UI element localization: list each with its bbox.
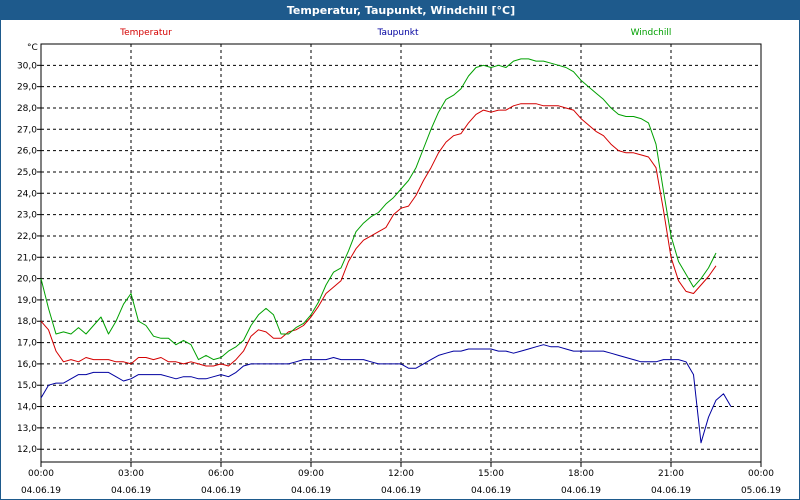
y-tick-label: 13,0 [17, 424, 37, 434]
y-tick-label: 19,0 [17, 296, 37, 306]
series-line-temperatur [40, 103, 717, 367]
y-tick-label: 17,0 [17, 339, 37, 349]
x-tick-time: 15:00 [478, 469, 504, 479]
window-title: Temperatur, Taupunkt, Windchill [°C] [1, 1, 800, 20]
y-axis-ticks: 12,0 13,0 14,0 15,0 16,0 17,0 18,0 19,0 20,0 21,0… [17, 61, 41, 455]
legend-taupunkt: Taupunkt [376, 28, 419, 38]
y-tick-label: 24,0 [17, 189, 37, 199]
x-tick-date: 04.06.19 [471, 486, 511, 496]
legend-windchill: Windchill [631, 28, 672, 38]
x-tick-date: 04.06.19 [21, 486, 61, 496]
x-tick-date: 04.06.19 [381, 486, 421, 496]
x-tick-date: 04.06.19 [291, 486, 331, 496]
y-tick-label: 26,0 [17, 147, 37, 157]
y-tick-label: 28,0 [17, 104, 37, 114]
y-tick-label: 23,0 [17, 211, 37, 221]
x-tick-date: 04.06.19 [201, 486, 241, 496]
y-tick-label: 27,0 [17, 125, 37, 135]
y-tick-label: 30,0 [17, 61, 37, 71]
x-tick-time: 21:00 [658, 469, 684, 479]
x-tick-date: 04.06.19 [111, 486, 151, 496]
x-tick-time: 12:00 [388, 469, 414, 479]
series-line-windchill [40, 58, 717, 361]
x-tick-time: 18:00 [568, 469, 594, 479]
x-tick-time: 06:00 [208, 469, 234, 479]
y-tick-label: 12,0 [17, 445, 37, 455]
x-tick-time: 03:00 [118, 469, 144, 479]
x-tick-time: 09:00 [298, 469, 324, 479]
chart-canvas: 12,0 13,0 14,0 15,0 16,0 17,0 18,0 19,0 20,0 21,0… [17, 28, 781, 496]
legend-temperatur: Temperatur [119, 28, 172, 38]
y-tick-label: 15,0 [17, 381, 37, 391]
y-axis-unit: °C [27, 43, 38, 53]
y-tick-label: 14,0 [17, 403, 37, 413]
y-tick-label: 16,0 [17, 360, 37, 370]
x-tick-time: 00:00 [28, 469, 54, 479]
grid-lines [41, 44, 761, 462]
x-tick-time: 00:00 [748, 469, 774, 479]
x-tick-date: 04.06.19 [651, 486, 691, 496]
chart-window: Temperatur, Taupunkt, Windchill [°C] 12,… [0, 0, 800, 500]
x-axis-ticks: 00:00 04.06.19 03:00 04.06.19 06:00 04.06.19 0… [21, 462, 781, 496]
y-tick-label: 25,0 [17, 168, 37, 178]
y-tick-label: 29,0 [17, 83, 37, 93]
y-tick-label: 18,0 [17, 317, 37, 327]
y-tick-label: 22,0 [17, 232, 37, 242]
x-tick-date: 04.06.19 [561, 486, 601, 496]
y-tick-label: 20,0 [17, 275, 37, 285]
x-tick-date: 05.06.19 [741, 486, 781, 496]
y-tick-label: 21,0 [17, 253, 37, 263]
